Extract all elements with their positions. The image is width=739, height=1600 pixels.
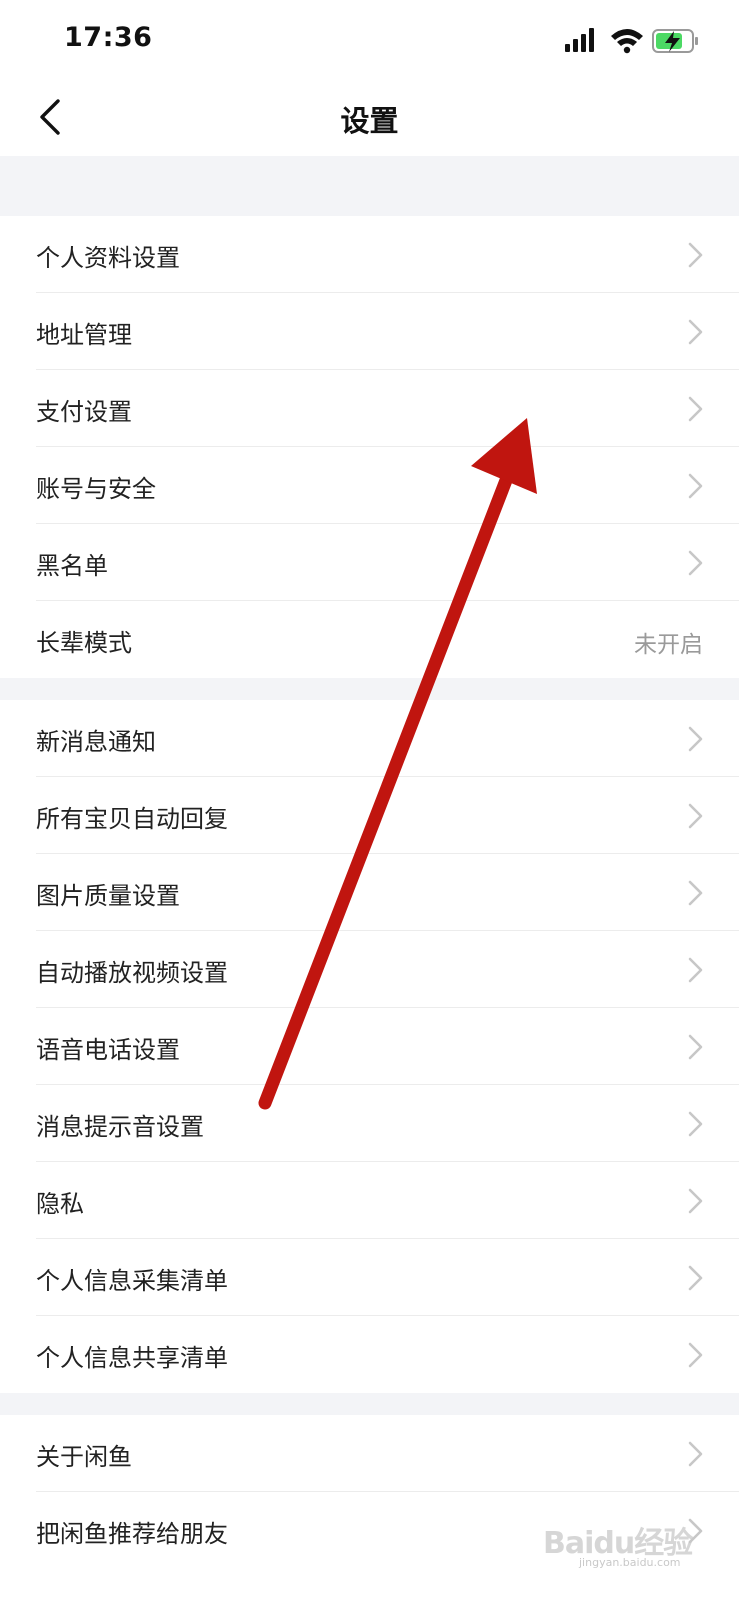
chevron-right-icon (688, 1188, 703, 1214)
signal-icon (565, 28, 594, 52)
chevron-right-icon (688, 1342, 703, 1368)
setting-row-account-security[interactable]: 账号与安全 (0, 447, 739, 524)
navigation-bar: 设置 (0, 80, 739, 156)
setting-label: 隐私 (36, 1190, 84, 1218)
status-bar: 17:36 (0, 0, 739, 80)
setting-label: 语音电话设置 (36, 1036, 180, 1064)
chevron-right-icon (688, 396, 703, 422)
setting-label: 自动播放视频设置 (36, 959, 228, 987)
setting-row-notification-sound[interactable]: 消息提示音设置 (0, 1085, 739, 1162)
chevron-right-icon (688, 1111, 703, 1137)
chevron-right-icon (688, 242, 703, 268)
setting-row-auto-reply[interactable]: 所有宝贝自动回复 (0, 777, 739, 854)
status-time: 17:36 (64, 22, 153, 53)
setting-label: 黑名单 (36, 552, 108, 580)
setting-label: 支付设置 (36, 398, 132, 426)
chevron-right-icon (688, 803, 703, 829)
setting-label: 个人资料设置 (36, 244, 180, 272)
setting-label: 把闲鱼推荐给朋友 (36, 1520, 228, 1548)
section-gap (0, 678, 739, 700)
section-gap (0, 156, 739, 216)
setting-label: 个人信息共享清单 (36, 1344, 228, 1372)
chevron-right-icon (688, 1265, 703, 1291)
setting-row-payment[interactable]: 支付设置 (0, 370, 739, 447)
setting-label: 长辈模式 (36, 629, 132, 657)
setting-label: 所有宝贝自动回复 (36, 805, 228, 833)
setting-label: 个人信息采集清单 (36, 1267, 228, 1295)
page-title: 设置 (340, 104, 399, 138)
chevron-right-icon (688, 726, 703, 752)
setting-row-autoplay-video[interactable]: 自动播放视频设置 (0, 931, 739, 1008)
chevron-right-icon (688, 1441, 703, 1467)
setting-label: 关于闲鱼 (36, 1443, 132, 1471)
chevron-right-icon (688, 319, 703, 345)
elder-mode-status: 未开启 (634, 632, 703, 658)
setting-row-voice-call[interactable]: 语音电话设置 (0, 1008, 739, 1085)
wifi-icon (611, 29, 643, 54)
status-icons (543, 24, 703, 58)
setting-label: 消息提示音设置 (36, 1113, 204, 1141)
setting-row-recommend-to-friends[interactable]: 把闲鱼推荐给朋友 (0, 1492, 739, 1569)
settings-group-about: 关于闲鱼 把闲鱼推荐给朋友 (0, 1415, 739, 1569)
battery-charging-icon (652, 29, 698, 53)
setting-label: 地址管理 (36, 321, 132, 349)
chevron-right-icon (688, 880, 703, 906)
setting-row-about[interactable]: 关于闲鱼 (0, 1415, 739, 1492)
setting-row-elder-mode[interactable]: 长辈模式 未开启 (0, 601, 739, 678)
setting-row-privacy[interactable]: 隐私 (0, 1162, 739, 1239)
chevron-right-icon (688, 550, 703, 576)
setting-label: 账号与安全 (36, 475, 156, 503)
setting-label: 新消息通知 (36, 728, 156, 756)
setting-label: 图片质量设置 (36, 882, 180, 910)
setting-row-address[interactable]: 地址管理 (0, 293, 739, 370)
setting-row-new-message-notification[interactable]: 新消息通知 (0, 700, 739, 777)
settings-group-account: 个人资料设置 地址管理 支付设置 账号与安全 黑名单 长辈模式 未开启 (0, 216, 739, 678)
settings-group-messages: 新消息通知 所有宝贝自动回复 图片质量设置 自动播放视频设置 语音电话设置 消息… (0, 700, 739, 1393)
setting-row-image-quality[interactable]: 图片质量设置 (0, 854, 739, 931)
chevron-right-icon (688, 1034, 703, 1060)
setting-row-blacklist[interactable]: 黑名单 (0, 524, 739, 601)
setting-row-info-sharing-list[interactable]: 个人信息共享清单 (0, 1316, 739, 1393)
section-gap (0, 1393, 739, 1415)
setting-row-info-collection-list[interactable]: 个人信息采集清单 (0, 1239, 739, 1316)
chevron-right-icon (688, 957, 703, 983)
settings-screen: 17:36 设置 个人资料设置 地址管理 支付设置 账号与安全 黑名单 长辈模式… (0, 0, 739, 1600)
chevron-right-icon (688, 473, 703, 499)
chevron-right-icon (688, 1518, 703, 1544)
setting-row-profile[interactable]: 个人资料设置 (0, 216, 739, 293)
